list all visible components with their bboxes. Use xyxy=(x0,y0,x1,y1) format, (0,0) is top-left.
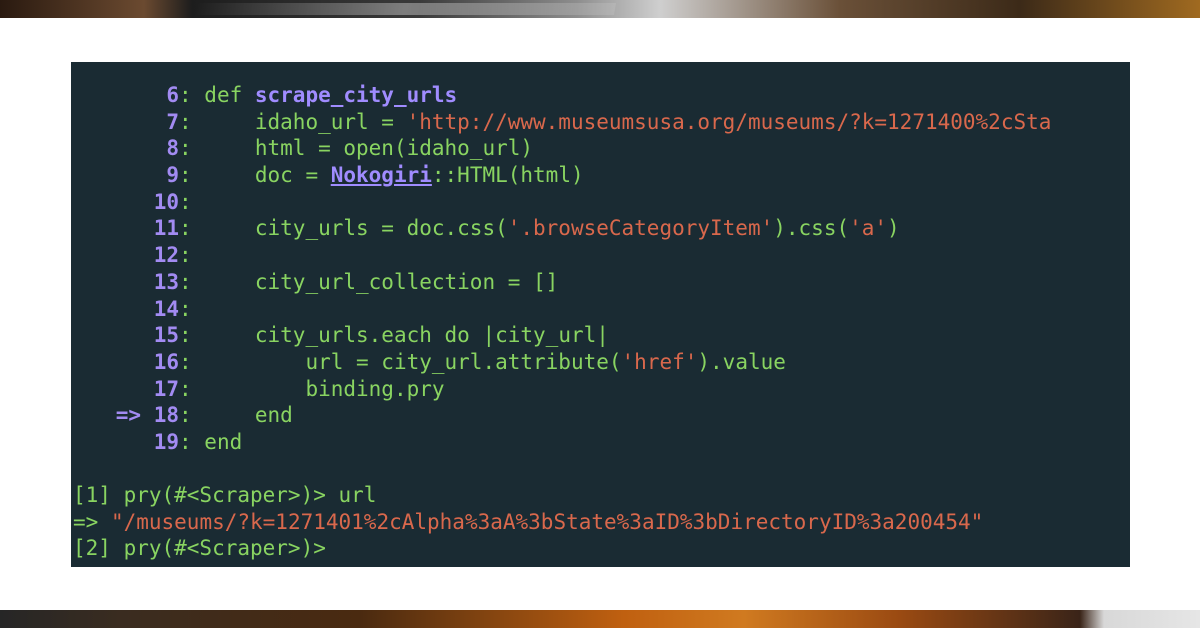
gutter-colon: : xyxy=(179,109,205,134)
bottom-photo-strip xyxy=(0,610,1200,628)
gutter-colon: : xyxy=(179,216,205,241)
line-number-value: 8 xyxy=(166,136,179,161)
gutter-colon: : xyxy=(179,189,205,214)
repl-token: "/museums/?k=1271401%2cAlpha%3aA%3bState… xyxy=(110,509,984,534)
line-number: 10 xyxy=(71,189,179,216)
code-line: 10: xyxy=(71,189,1130,216)
line-number-value: 9 xyxy=(166,163,179,188)
line-number-value: 7 xyxy=(166,109,179,134)
line-number: 7 xyxy=(71,109,179,136)
code-token: ) xyxy=(887,216,900,241)
code-token: 'http://www.museumsusa.org/museums/?k=12… xyxy=(406,109,1052,134)
code-line: => 18: end xyxy=(71,402,1130,429)
code-token: Nokogiri xyxy=(330,163,432,188)
line-number: 15 xyxy=(71,322,179,349)
line-number: 6 xyxy=(71,82,179,109)
line-number-value: 17 xyxy=(153,376,179,401)
repl-token: [1] pry(#<Scraper>)> url xyxy=(73,483,377,507)
line-number-value: 16 xyxy=(153,349,179,374)
code-token: url = city_url.attribute( xyxy=(204,349,622,374)
gutter-colon: : xyxy=(179,163,205,188)
code-listing: 6: def scrape_city_urls 7: idaho_url = 'h… xyxy=(71,82,1130,456)
line-number: 8 xyxy=(71,135,179,162)
code-token: |city_url| xyxy=(469,323,609,348)
line-number: 16 xyxy=(71,349,179,376)
line-number-value: 13 xyxy=(153,269,179,294)
code-line: 11: city_urls = doc.css('.browseCategory… xyxy=(71,215,1130,242)
code-line: 13: city_url_collection = [] xyxy=(71,269,1130,296)
code-token: end xyxy=(204,403,293,428)
code-line: 7: idaho_url = 'http://www.museumsusa.or… xyxy=(71,109,1130,136)
code-token: scrape_city_urls xyxy=(254,83,458,107)
line-number: 17 xyxy=(71,376,179,403)
line-number-value: 15 xyxy=(153,323,179,348)
code-line: 17: binding.pry xyxy=(71,376,1130,403)
line-number-value: 6 xyxy=(166,83,179,107)
repl-line: [1] pry(#<Scraper>)> url xyxy=(71,482,1130,509)
code-token: city_url_collection = [] xyxy=(204,269,559,294)
code-token: ).value xyxy=(697,349,786,374)
repl-session[interactable]: [1] pry(#<Scraper>)> url => "/museums/?k=… xyxy=(71,482,1130,562)
code-line: 14: xyxy=(71,296,1130,323)
line-number: 19 xyxy=(71,429,179,456)
code-line: 16: url = city_url.attribute('href').val… xyxy=(71,349,1130,376)
code-line: 6: def scrape_city_urls xyxy=(71,82,1130,109)
code-line: 8: html = open(idaho_url) xyxy=(71,135,1130,162)
line-number-value: 11 xyxy=(153,216,179,241)
line-number: 11 xyxy=(71,215,179,242)
code-token: def xyxy=(204,83,255,107)
repl-token: => xyxy=(73,509,111,534)
terminal-window[interactable]: 6: def scrape_city_urls 7: idaho_url = 'h… xyxy=(71,62,1130,567)
gutter-colon: : xyxy=(179,403,205,428)
code-token: do xyxy=(444,323,470,348)
code-token: end xyxy=(204,429,243,454)
gutter-colon: : xyxy=(179,83,205,107)
line-number-value: 12 xyxy=(153,243,179,268)
code-line: 12: xyxy=(71,242,1130,269)
line-number: 9 xyxy=(71,162,179,189)
code-token: binding.pry xyxy=(204,376,445,401)
code-line: 15: city_urls.each do |city_url| xyxy=(71,322,1130,349)
gutter-colon: : xyxy=(179,323,205,348)
code-token: ::HTML(html) xyxy=(431,163,584,188)
code-token: '.browseCategoryItem' xyxy=(507,216,774,241)
code-token: doc = xyxy=(204,163,331,188)
code-token: city_urls = doc.css( xyxy=(204,216,508,241)
code-token: 'a' xyxy=(849,216,888,241)
code-token: idaho_url = xyxy=(204,109,407,134)
code-token: html = open(idaho_url) xyxy=(204,136,534,161)
repl-line: [2] pry(#<Scraper>)> xyxy=(71,535,1130,562)
code-line: 9: doc = Nokogiri::HTML(html) xyxy=(71,162,1130,189)
code-line: 19: end xyxy=(71,429,1130,456)
line-number: 14 xyxy=(71,296,179,323)
gutter-colon: : xyxy=(179,349,205,374)
gutter-colon: : xyxy=(179,136,205,161)
current-line-arrow: => xyxy=(115,403,154,428)
line-number-value: 18 xyxy=(153,403,179,428)
code-token: city_urls.each xyxy=(204,323,445,348)
gutter-colon: : xyxy=(179,296,205,321)
line-number: 12 xyxy=(71,242,179,269)
code-token: 'href' xyxy=(621,349,698,374)
top-photo-strip xyxy=(0,0,1200,18)
gutter-colon: : xyxy=(179,376,205,401)
line-number: 13 xyxy=(71,269,179,296)
repl-token: [2] pry(#<Scraper>)> xyxy=(73,536,326,561)
line-number-value: 19 xyxy=(153,429,179,454)
line-number-value: 14 xyxy=(153,296,179,321)
gutter-colon: : xyxy=(179,269,205,294)
code-token: ).css( xyxy=(773,216,850,241)
gutter-colon: : xyxy=(179,429,205,454)
repl-line: => "/museums/?k=1271401%2cAlpha%3aA%3bSt… xyxy=(71,509,1130,536)
line-number-value: 10 xyxy=(153,189,179,214)
line-number: => 18 xyxy=(71,402,179,429)
gutter-colon: : xyxy=(179,243,205,268)
